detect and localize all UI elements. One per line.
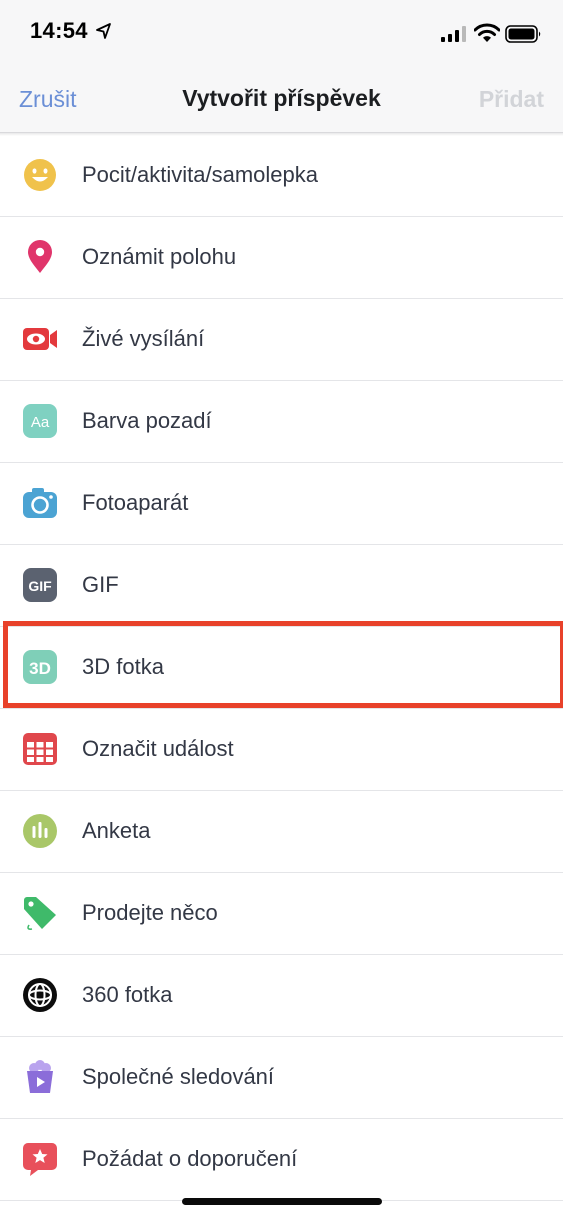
add-button[interactable]: Přidat [479, 86, 544, 113]
menu-item-camera[interactable]: Fotoaparát [0, 463, 563, 545]
location-arrow-icon [96, 23, 111, 39]
menu-item-watch-party[interactable]: Společné sledování [0, 1037, 563, 1119]
live-video-icon [22, 321, 58, 357]
menu-item-label: Společné sledování [82, 1064, 275, 1089]
menu-item-sell[interactable]: Prodejte něco [0, 873, 563, 955]
recommendation-icon [22, 1141, 58, 1177]
smiley-icon [22, 157, 58, 193]
highlight-annotation [3, 621, 563, 708]
location-pin-icon [22, 239, 58, 275]
wifi-icon [474, 23, 500, 42]
status-time: 14:54 [30, 18, 88, 43]
menu-item-label: Živé vysílání [82, 326, 205, 351]
menu-item-label: Anketa [82, 818, 151, 843]
cellular-signal-icon [441, 26, 466, 42]
svg-text:Aa: Aa [31, 414, 50, 431]
menu-item-live-video[interactable]: Živé vysílání [0, 299, 563, 381]
menu-item-poll[interactable]: Anketa [0, 791, 563, 873]
menu-item-label: Fotoaparát [82, 490, 189, 515]
home-indicator[interactable] [182, 1198, 382, 1205]
menu-item-label: Prodejte něco [82, 900, 218, 925]
menu-item-feeling[interactable]: Pocit/aktivita/samolepka [0, 135, 563, 217]
status-bar: 14:54 [0, 0, 563, 66]
price-tag-icon [22, 895, 58, 931]
camera-icon [22, 485, 58, 521]
menu-item-label: GIF [82, 572, 119, 597]
menu-item-gif[interactable]: GIF GIF [0, 545, 563, 627]
menu-item-location[interactable]: Oznámit polohu [0, 217, 563, 299]
menu-item-label: Označit událost [82, 736, 234, 761]
nav-bar: Zrušit Vytvořit příspěvek Přidat [0, 66, 563, 133]
menu-item-label: Pocit/aktivita/samolepka [82, 162, 318, 187]
gif-icon: GIF [22, 567, 58, 603]
menu-item-360-photo[interactable]: 360 fotka [0, 955, 563, 1037]
calendar-icon [22, 731, 58, 767]
globe-360-icon [22, 977, 58, 1013]
menu-item-background-color[interactable]: Aa Barva pozadí [0, 381, 563, 463]
svg-text:GIF: GIF [28, 578, 52, 594]
menu-item-label: Oznámit polohu [82, 244, 237, 269]
text-background-icon: Aa [22, 403, 58, 439]
menu-item-event[interactable]: Označit událost [0, 709, 563, 791]
menu-item-label: Barva pozadí [82, 408, 212, 433]
menu-item-label: 360 fotka [82, 982, 173, 1007]
menu-item-ask-recommendations[interactable]: Požádat o doporučení [0, 1119, 563, 1201]
menu-item-label: Požádat o doporučení [82, 1146, 298, 1171]
poll-icon [22, 813, 58, 849]
battery-icon [505, 25, 541, 43]
popcorn-icon [22, 1059, 58, 1095]
